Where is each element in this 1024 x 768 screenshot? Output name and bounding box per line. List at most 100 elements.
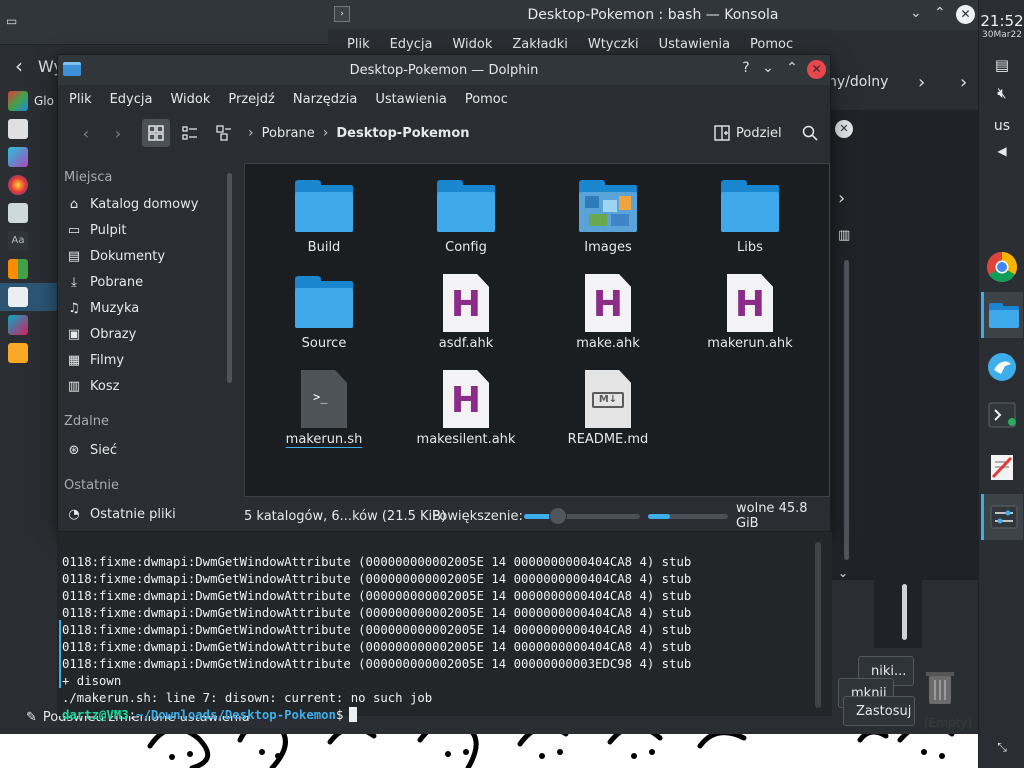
places-item-desktop[interactable]: ▭ Pulpit (58, 217, 238, 243)
konsola-titlebar: › Desktop-Pokemon : bash — Konsola ⌄ ⌃ ✕ (328, 0, 978, 30)
menu-przejdz[interactable]: Przejdź (219, 92, 283, 107)
compact-view-icon[interactable] (176, 119, 204, 147)
places-item-label: Dokumenty (90, 248, 166, 264)
file-item[interactable]: H makerun.ahk (679, 260, 821, 356)
places-item-videos[interactable]: ▦ Filmy (58, 347, 238, 373)
task-text-editor[interactable] (981, 444, 1023, 490)
minimize-icon[interactable]: ⌄ (758, 60, 778, 76)
scrollbar-track[interactable] (844, 260, 849, 560)
file-item[interactable]: Build (253, 164, 395, 260)
chevron-right-icon[interactable]: › (960, 72, 967, 93)
dolphin-app-icon[interactable] (63, 62, 81, 76)
menu-ustawienia[interactable]: Ustawienia (366, 92, 455, 107)
menu-plik[interactable]: Plik (337, 37, 380, 52)
minimize-icon[interactable]: ⌄ (910, 5, 922, 21)
zoom-slider[interactable] (524, 507, 640, 525)
terminal-scrollbar[interactable] (815, 542, 821, 708)
places-item-documents[interactable]: ▤ Dokumenty (58, 243, 238, 269)
menu-widok[interactable]: Widok (161, 92, 219, 107)
clock-date[interactable]: 30Mar22 (979, 30, 1024, 40)
file-item[interactable]: H make.ahk (537, 260, 679, 356)
menu-plik[interactable]: Plik (60, 92, 101, 107)
keyboard-layout[interactable]: us (979, 118, 1024, 134)
menu-pomoc[interactable]: Pomoc (456, 92, 517, 107)
settings-category[interactable] (0, 199, 58, 227)
places-scrollbar[interactable] (227, 173, 232, 383)
zastosuj-button[interactable]: Zastosuj (843, 696, 915, 726)
settings-category[interactable] (0, 171, 58, 199)
menu-ustawienia[interactable]: Ustawienia (649, 37, 740, 52)
task-konsole[interactable] (981, 392, 1023, 438)
breadcrumb-current[interactable]: Desktop-Pokemon (336, 126, 469, 141)
file-item[interactable]: H makesilent.ahk (395, 356, 537, 452)
maximize-icon[interactable]: ⌃ (934, 5, 946, 21)
back-icon[interactable]: ‹ (72, 119, 100, 147)
columns-icon[interactable]: ▥ (838, 228, 850, 243)
task-chrome[interactable] (981, 244, 1023, 290)
color-icon (8, 175, 28, 195)
settings-category[interactable] (0, 115, 58, 143)
menu-edycja[interactable]: Edycja (380, 37, 443, 52)
volume-muted-icon[interactable]: 🔇︎ (979, 84, 1024, 102)
system-tray-expand-icon[interactable]: ◀ (979, 144, 1024, 158)
file-item[interactable]: Images (537, 164, 679, 260)
chevron-right-icon[interactable]: › (918, 72, 925, 93)
details-view-icon[interactable] (210, 119, 238, 147)
chevron-down-icon[interactable]: ⌄ (838, 566, 848, 580)
terminal-pane[interactable]: 0118:fixme:dwmapi:DwmGetWindowAttribute … (57, 532, 832, 722)
places-item-recent-files[interactable]: ◔ Ostatnie pliki (58, 501, 238, 527)
zoom-slider-handle[interactable] (548, 507, 567, 525)
menu-widok[interactable]: Widok (442, 37, 502, 52)
file-item[interactable]: Config (395, 164, 537, 260)
prompt-user: dartz@VM3 (62, 708, 129, 722)
file-item[interactable]: H asdf.ahk (395, 260, 537, 356)
settings-category[interactable] (0, 311, 58, 339)
settings-category[interactable] (0, 339, 58, 367)
settings-category[interactable] (0, 255, 58, 283)
menu-pomoc[interactable]: Pomoc (740, 37, 803, 52)
menu-narzedzia[interactable]: Narzędzia (284, 92, 367, 107)
desktop-trash[interactable]: (Empty) (916, 662, 976, 734)
search-button[interactable] (796, 119, 824, 147)
brush-icon (8, 119, 28, 139)
chevron-right-icon[interactable]: › (838, 188, 845, 209)
breadcrumb-pobrane[interactable]: Pobrane (262, 126, 315, 141)
places-item-music[interactable]: ♫ Muzyka (58, 295, 238, 321)
places-item-trash[interactable]: ▥ Kosz (58, 373, 238, 399)
places-item-network[interactable]: ⊛ Sieć (58, 437, 238, 463)
file-name: makerun.ahk (707, 336, 793, 351)
menu-wtyczki[interactable]: Wtyczki (578, 37, 649, 52)
task-discover[interactable] (981, 344, 1023, 390)
maximize-icon[interactable]: ⌃ (782, 60, 802, 76)
file-item[interactable]: Source (253, 260, 395, 356)
places-item-label: Muzyka (90, 300, 140, 316)
close-icon[interactable]: ✕ (956, 5, 975, 24)
menu-zakladki[interactable]: Zakładki (502, 37, 577, 52)
places-item-pictures[interactable]: ▣ Obrazy (58, 321, 238, 347)
help-icon[interactable]: ? (736, 60, 756, 76)
places-item-home[interactable]: ⌂ Katalog domowy (58, 191, 238, 217)
file-item[interactable]: M↓ README.md (537, 356, 679, 452)
settings-category[interactable]: Glo (0, 87, 58, 115)
places-item-downloads[interactable]: ⤓ Pobrane (58, 269, 238, 295)
settings-category[interactable]: Aa (0, 227, 58, 255)
task-system-settings[interactable] (981, 494, 1023, 540)
split-button[interactable]: Podziel (714, 119, 782, 147)
settings-category-selected[interactable] (0, 283, 58, 311)
close-icon[interactable]: ✕ (835, 120, 853, 138)
file-item[interactable]: Libs (679, 164, 821, 260)
places-item-label: Obrazy (90, 326, 137, 342)
forward-icon[interactable]: › (104, 119, 132, 147)
clock-time[interactable]: 21:52 (979, 12, 1024, 30)
settings-category[interactable] (0, 143, 58, 171)
task-dolphin[interactable] (981, 292, 1023, 338)
close-icon[interactable]: ✕ (807, 60, 826, 79)
panel-options-icon[interactable]: ⤡ (979, 740, 1024, 755)
clipboard-icon[interactable]: ▤ (979, 56, 1024, 74)
menu-edycja[interactable]: Edycja (101, 92, 162, 107)
scrollbar[interactable] (902, 584, 907, 640)
icons-view-icon[interactable] (142, 119, 170, 147)
window-menu-icon[interactable]: ▭ (6, 14, 17, 28)
file-item-hovered[interactable]: >_ makerun.sh (253, 356, 395, 452)
back-arrow-icon[interactable]: ‹ (0, 54, 38, 78)
